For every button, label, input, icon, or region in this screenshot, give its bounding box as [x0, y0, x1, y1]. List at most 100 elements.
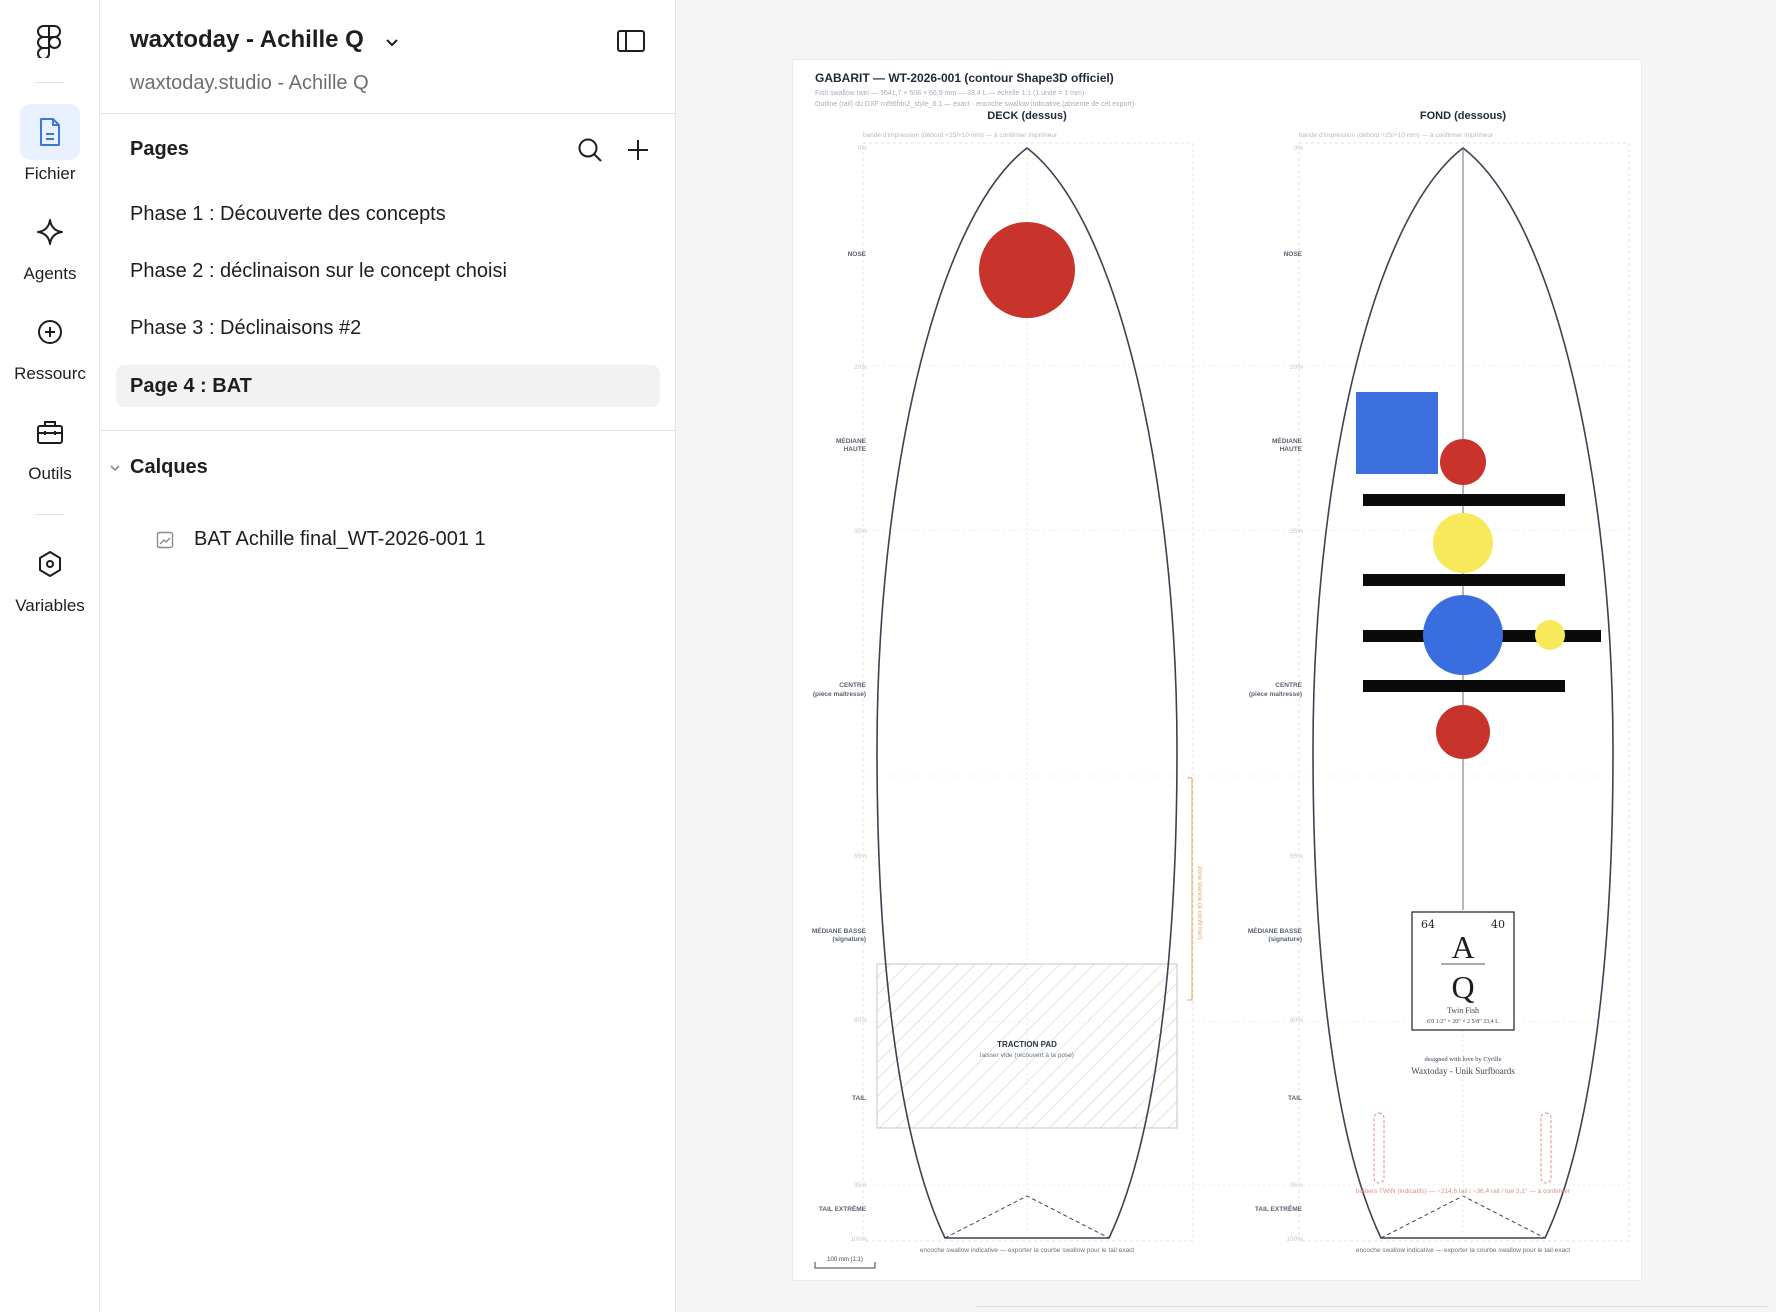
rail-item-fichier[interactable]: Fichier	[0, 104, 100, 184]
percent-label: 65%	[854, 853, 867, 860]
black-bar	[1363, 574, 1565, 586]
zone-label: CENTRE	[839, 682, 866, 689]
rail-divider	[34, 514, 64, 515]
zone-label: NOSE	[1284, 251, 1303, 258]
percent-label: 20%	[1290, 364, 1303, 371]
canvas-edge	[977, 1306, 1767, 1307]
figma-app: Fichier Agents Ressourc Outils Variables…	[0, 0, 1776, 1312]
file-title[interactable]: waxtoday - Achille Q	[130, 26, 364, 54]
credit-line: designed with love by Cyrille	[1425, 1056, 1502, 1063]
zone-label: (signature)	[832, 936, 866, 943]
fond-heading: FOND (dessous)	[1420, 110, 1507, 122]
tile-dimensions: 6'0 1/2" × 20" × 2 5/8" 33,4 L	[1427, 1019, 1499, 1025]
zone-label: MÉDIANE BASSE	[812, 926, 867, 935]
traction-pad-title: TRACTION PAD	[997, 1040, 1057, 1049]
tile-letter: Q	[1451, 969, 1474, 1005]
file-subtitle: waxtoday.studio - Achille Q	[130, 72, 369, 94]
layers-sidebar: waxtoday - Achille Q waxtoday.studio - A…	[100, 0, 676, 1312]
percent-label: 0%	[858, 145, 868, 152]
percent-label: 20%	[854, 364, 867, 371]
blue-dot	[1423, 595, 1503, 675]
tile-letter: A	[1451, 929, 1474, 965]
percent-label: 65%	[1290, 853, 1303, 860]
design-canvas[interactable]: GABARIT — WT-2026-001 (contour Shape3D o…	[677, 0, 1776, 1312]
percent-label: 35%	[854, 528, 867, 535]
sparkle-icon	[20, 204, 80, 260]
rail-label: Outils	[28, 464, 72, 483]
percent-label: 80%	[1290, 1017, 1303, 1024]
artboard-drawing: GABARIT — WT-2026-001 (contour Shape3D o…	[812, 71, 1630, 1269]
rail-divider	[34, 82, 64, 83]
left-rail: Fichier Agents Ressourc Outils Variables	[0, 0, 100, 1312]
brand-line: Waxtoday - Unik Surfboards	[1411, 1066, 1515, 1076]
blue-square	[1356, 392, 1438, 474]
zone-label: (pièce maîtresse)	[1249, 691, 1302, 698]
black-bar	[1363, 680, 1565, 692]
red-dot	[1440, 439, 1486, 485]
figma-logo-icon[interactable]	[34, 24, 64, 58]
bleed-note: bande d'impression (débord +25/+10 mm) —…	[863, 132, 1058, 139]
zone-label: TAIL	[852, 1095, 866, 1102]
page-item[interactable]: Phase 3 : Déclinaisons #2	[116, 307, 660, 349]
percent-label: 100%	[1286, 1236, 1303, 1243]
zone-label: TAIL EXTRÊME	[1255, 1204, 1303, 1213]
rail-item-variables[interactable]: Variables	[0, 536, 100, 616]
page-item[interactable]: Phase 2 : déclinaison sur le concept cho…	[116, 250, 660, 292]
zone-label: MÉDIANE	[836, 436, 867, 445]
zone-label: HAUTE	[1280, 446, 1303, 453]
fin-box	[1540, 1112, 1552, 1184]
zone-label: (pièce maîtresse)	[813, 691, 866, 698]
percent-label: 95%	[1290, 1182, 1303, 1189]
zone-label: CENTRE	[1275, 682, 1302, 689]
hexagon-icon	[20, 536, 80, 592]
zone-label: NOSE	[848, 251, 867, 258]
chevron-down-icon[interactable]	[382, 32, 402, 52]
page-item-active[interactable]: Page 4 : BAT	[116, 365, 660, 407]
tile-number: 64	[1421, 918, 1435, 931]
rail-item-ressources[interactable]: Ressourc	[0, 304, 100, 384]
sidebar-toggle-icon[interactable]	[616, 28, 646, 54]
layers-title: Calques	[130, 456, 208, 478]
search-icon[interactable]	[576, 136, 604, 164]
artboard-title: GABARIT — WT-2026-001 (contour Shape3D o…	[815, 71, 1114, 85]
pages-title: Pages	[130, 138, 189, 160]
zone-label: (signature)	[1268, 936, 1302, 943]
layer-label: BAT Achille final_WT-2026-001 1	[194, 528, 486, 550]
percent-label: 95%	[854, 1182, 867, 1189]
red-dot	[1436, 705, 1490, 759]
rail-item-outils[interactable]: Outils	[0, 404, 100, 484]
zone-label: TAIL EXTRÊME	[819, 1204, 867, 1213]
layer-item[interactable]: BAT Achille final_WT-2026-001 1	[140, 522, 660, 558]
plus-circle-icon	[20, 304, 80, 360]
toolbox-icon	[20, 404, 80, 460]
deck-heading: DECK (dessus)	[987, 110, 1067, 122]
black-bar	[1363, 494, 1565, 506]
zone-label: HAUTE	[844, 446, 867, 453]
percent-label: 35%	[1290, 528, 1303, 535]
tile-number: 40	[1491, 918, 1505, 931]
rail-label: Fichier	[24, 164, 76, 183]
rail-label: Ressourc	[14, 364, 86, 383]
fin-note: boîtiers TWIN (indicatifs) — ~214,6 tail…	[1356, 1187, 1571, 1195]
rail-label: Variables	[15, 596, 85, 615]
stance-note: zone stance (à confirmer)	[1196, 866, 1203, 940]
rail-item-agents[interactable]: Agents	[0, 204, 100, 284]
artboard-bat[interactable]: GABARIT — WT-2026-001 (contour Shape3D o…	[793, 60, 1641, 1280]
add-page-icon[interactable]	[624, 136, 652, 164]
percent-label: 0%	[1294, 145, 1304, 152]
deck-red-dot	[979, 222, 1075, 318]
image-icon	[156, 531, 174, 549]
fin-box	[1373, 1112, 1385, 1184]
artboard-subtitle: Outline (rail) du DXF rnf96fdn2_style_6.…	[815, 101, 1134, 108]
artboard-subtitle: Fish swallow twin — 1641,7 × 508 × 66,9 …	[815, 90, 1084, 97]
zone-label: MÉDIANE BASSE	[1248, 926, 1303, 935]
zone-label: MÉDIANE	[1272, 436, 1303, 445]
yellow-dot	[1433, 513, 1493, 573]
page-item[interactable]: Phase 1 : Découverte des concepts	[116, 193, 660, 235]
divider	[100, 430, 676, 431]
chevron-down-icon[interactable]	[108, 461, 122, 475]
zone-label: TAIL	[1288, 1095, 1302, 1102]
file-icon	[20, 104, 80, 160]
rail-label: Agents	[23, 264, 77, 283]
small-yellow-dot	[1535, 620, 1565, 650]
